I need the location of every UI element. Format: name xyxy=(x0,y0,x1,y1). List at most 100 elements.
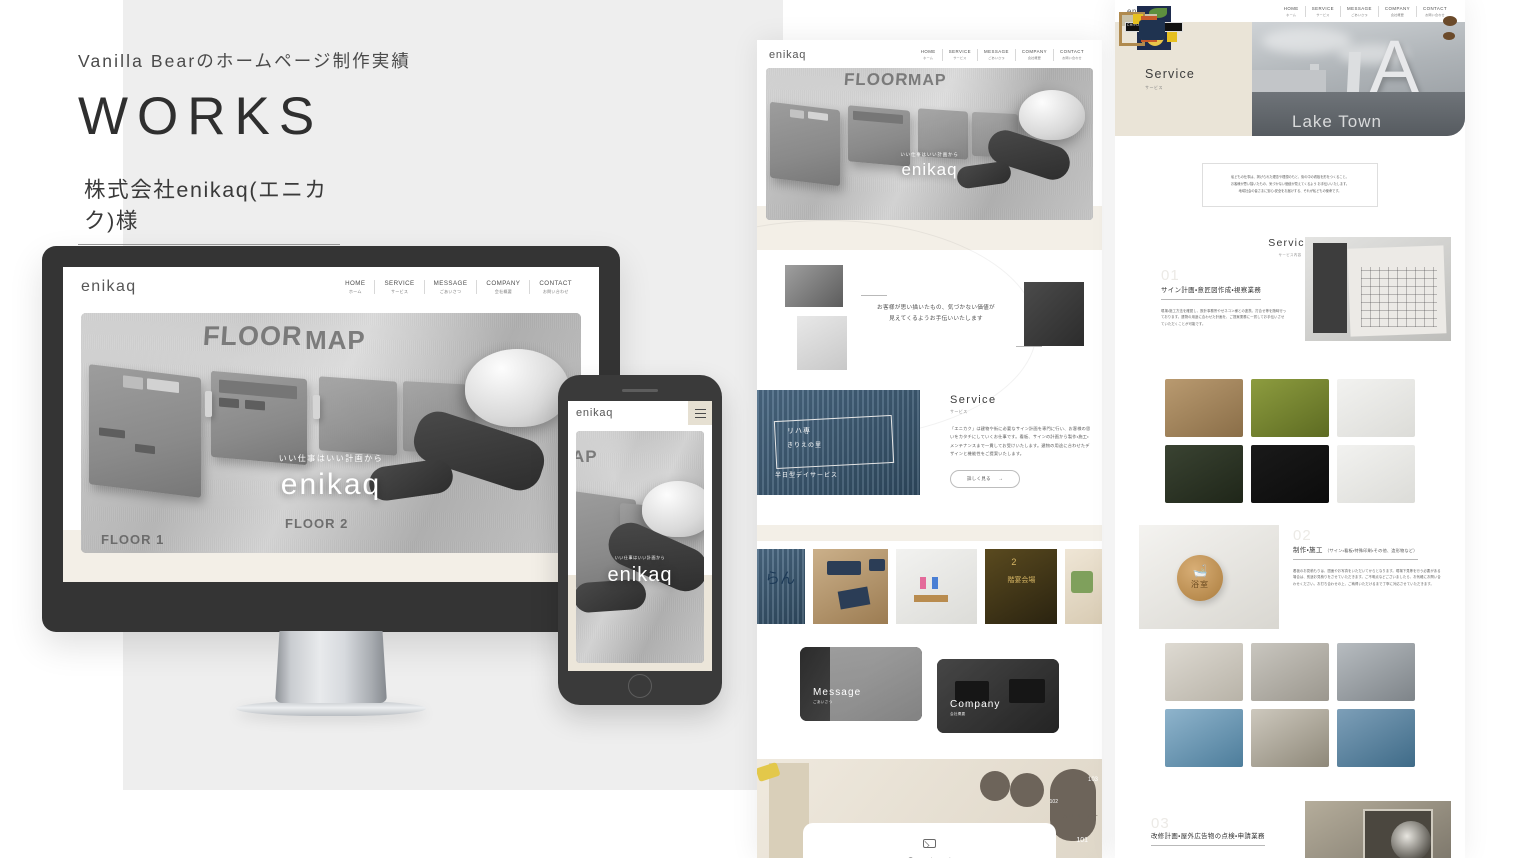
service-heading-jp: サービス xyxy=(950,409,968,414)
intro-copy: お客様が思い描いたもの、気づかない価値が 見えてくるようお手伝いいたします xyxy=(861,303,1011,324)
nav-item-service[interactable]: SERVICE サービス xyxy=(374,279,423,295)
hero-lockup-mobile: いい仕事はいい計画から enikaq xyxy=(576,555,704,587)
wall-word-map: MAP xyxy=(305,325,366,355)
service-quote-box: 私どもの仕事は、掲げられた理念や理想のもと、街の中の看板を形をつくること。 お客… xyxy=(1202,163,1378,207)
nav-item-message[interactable]: MESSAGE ごあいさつ xyxy=(1340,6,1378,18)
service-item-02: 🛁 浴室 制作・施工 （サイン・看板・特殊印刷・その他、造形物など） 看板のお見… xyxy=(1115,524,1465,637)
mid-intro-section: お客様が思い描いたもの、気づかない価値が 見えてくるようお手伝いいたします xyxy=(757,220,1102,440)
gallery-item[interactable] xyxy=(812,549,889,624)
nav-label-en: MESSAGE xyxy=(984,49,1009,55)
message-card[interactable]: Message ごあいさつ xyxy=(800,647,922,721)
intro-photo-2 xyxy=(797,316,847,370)
site-logo-mid[interactable]: enikaq xyxy=(769,49,806,61)
gallery-item[interactable] xyxy=(1251,642,1329,701)
company-card-jp: 会社概要 xyxy=(950,712,966,716)
hero-photo-mid: FLOOR MAP いい仕事はいい計画から enikaq xyxy=(766,68,1093,220)
nav-item-home[interactable]: HOME ホーム xyxy=(1278,6,1305,17)
gallery-item[interactable] xyxy=(1121,14,1243,503)
service-hero-photo: A Lake Town xyxy=(1252,22,1465,137)
nav-item-message[interactable]: MESSAGE ごあいさつ xyxy=(977,49,1015,61)
nav-item-service[interactable]: SERVICE サービス xyxy=(941,49,977,61)
message-card-en: Message xyxy=(813,687,862,698)
service-body: 「エニカク」は建物や街に必要なサイン計画を専門に行い、お客様の思いをカタチにして… xyxy=(950,426,1091,457)
hero-lockup-mid: いい仕事はいい計画から enikaq xyxy=(766,152,1093,180)
wall-sign-corner: 入口コーナー xyxy=(1061,814,1098,820)
phone-home-button[interactable] xyxy=(628,674,652,698)
service-more-button[interactable]: 詳しく見る → xyxy=(950,469,1021,488)
nav-label-en: CONTACT xyxy=(539,279,572,287)
nav-label-jp: 会社概要 xyxy=(1027,55,1042,60)
floor-label-1: FLOOR 1 xyxy=(101,532,165,547)
hero-logo-mobile: enikaq xyxy=(607,564,673,586)
intro-arrow-left xyxy=(861,295,887,296)
client-name: 株式会社enikaq(エニカク)様 xyxy=(78,173,340,245)
nav-item-company[interactable]: COMPANY 会社概要 xyxy=(1014,49,1053,61)
message-card-label: Message ごあいさつ xyxy=(813,687,861,705)
service-hero-en: Service xyxy=(1145,67,1196,82)
gallery-item[interactable]: 2 階宴会場 xyxy=(985,549,1058,624)
service-more-label: 詳しく見る xyxy=(967,475,991,481)
nav-item-contact[interactable]: CONTACT お問い合わせ xyxy=(1052,49,1090,61)
nav-item-contact[interactable]: CONTACT お問い合わせ xyxy=(529,279,581,295)
nav-item-home[interactable]: HOME ホーム xyxy=(915,49,942,60)
nav-item-company[interactable]: COMPANY 会社概要 xyxy=(1377,6,1416,18)
gallery-item[interactable] xyxy=(1119,12,1457,503)
mid-gallery-strip: らん 2 階宴会場 xyxy=(757,525,1102,637)
contact-card: Contact お問い合わせ ご相談のみ、お気軽にお声がけください。 お問い合わ… xyxy=(803,823,1056,858)
service-gallery-grid-02 xyxy=(1133,14,1415,767)
wall-sign-101: 101 xyxy=(1076,837,1088,844)
nav-label-jp: ごあいさつ xyxy=(439,289,462,295)
gallery-item[interactable]: らん xyxy=(757,549,805,624)
nav-label-jp: ごあいさつ xyxy=(1351,12,1368,17)
service-item-title: 改修計画・屋外広告物の点検・申請業務 xyxy=(1151,831,1265,846)
gallery-item[interactable] xyxy=(1165,708,1243,767)
nav-item-service[interactable]: SERVICE サービス xyxy=(1304,6,1340,18)
gallery-item[interactable] xyxy=(896,549,978,624)
service-item-01: 01 サイン計画・意匠図作成・視察業務 現場・施工方法を確認し、設計事務所やゼネ… xyxy=(1115,236,1465,369)
company-card-label: Company 会社概要 xyxy=(950,699,1001,717)
service-text-block: Service サービス 「エニカク」は建物や街に必要なサイン計画を専門に行い、… xyxy=(950,394,1092,488)
banner-text-3: 半日型デイサービス xyxy=(775,473,839,479)
site-nav-desktop: HOME ホーム SERVICE サービス MESSAGE ごあいさつ COMP… xyxy=(336,279,581,295)
nav-label-en: MESSAGE xyxy=(1347,6,1372,11)
gallery-item[interactable] xyxy=(1145,8,1415,437)
gallery-item[interactable] xyxy=(1065,549,1102,624)
quote-line-3: 地域社会の皆さまに安心・安全をお届けする、それが私どもの使命です。 xyxy=(1238,189,1342,194)
site-logo-mobile[interactable]: enikaq xyxy=(576,407,613,419)
nav-label-jp: ホーム xyxy=(348,289,362,295)
nav-item-home[interactable]: HOME ホーム xyxy=(336,280,374,295)
service-item-number: 02 xyxy=(1293,526,1312,544)
phone-speaker xyxy=(622,389,658,392)
company-card[interactable]: Company 会社概要 xyxy=(937,659,1059,733)
company-card-en: Company xyxy=(950,699,1001,710)
nav-label-en: SERVICE xyxy=(384,279,415,287)
tablet-longpage-mockup: enikaq HOME ホーム SERVICE サービス MESSAGE ごあい… xyxy=(757,40,1102,858)
nav-label-jp: ホーム xyxy=(923,55,934,60)
gallery-item[interactable] xyxy=(1337,642,1415,701)
page-heading-block: Vanilla Bearのホームページ制作実績 WORKS 株式会社enikaq… xyxy=(78,50,718,245)
gallery-item[interactable] xyxy=(1141,16,1329,767)
hero-logo: enikaq xyxy=(280,468,382,501)
hero-photo-mobile: AP いい仕事はいい計画から enikaq xyxy=(576,431,704,663)
mobile-mockup: enikaq AP いい仕事はいい計画から enikaq xyxy=(558,375,722,705)
nav-label-jp: 会社概要 xyxy=(1390,12,1405,17)
gallery-item[interactable] xyxy=(1139,20,1415,767)
hero-tagline-mid: いい仕事はいい計画から xyxy=(900,152,959,157)
nav-item-company[interactable]: COMPANY 会社概要 xyxy=(476,279,529,295)
hamburger-menu-icon[interactable] xyxy=(688,401,712,425)
nav-label-en: CONTACT xyxy=(1422,6,1447,11)
intro-arrow-right xyxy=(1016,346,1042,347)
site-logo[interactable]: enikaq xyxy=(81,278,137,296)
banner-text-2: きりえの里 xyxy=(787,443,823,449)
gallery-item[interactable] xyxy=(1251,378,1329,437)
nav-label-jp: ホーム xyxy=(1286,12,1297,17)
site-header-mobile: enikaq xyxy=(568,401,712,425)
site-header-desktop: enikaq HOME ホーム SERVICE サービス MESSAGE ごあい xyxy=(63,267,599,306)
gallery-item[interactable] xyxy=(1133,14,1243,701)
wall-word-partial: AP xyxy=(576,447,598,466)
gallery-item[interactable] xyxy=(1137,6,1243,437)
nav-label-en: COMPANY xyxy=(486,279,521,287)
nav-item-message[interactable]: MESSAGE ごあいさつ xyxy=(423,279,477,295)
mid-hero-section: FLOOR MAP いい仕事はいい計画から enikaq xyxy=(757,68,1102,250)
gallery-item[interactable]: CHIYODA 360 BLDG xyxy=(1125,22,1329,503)
